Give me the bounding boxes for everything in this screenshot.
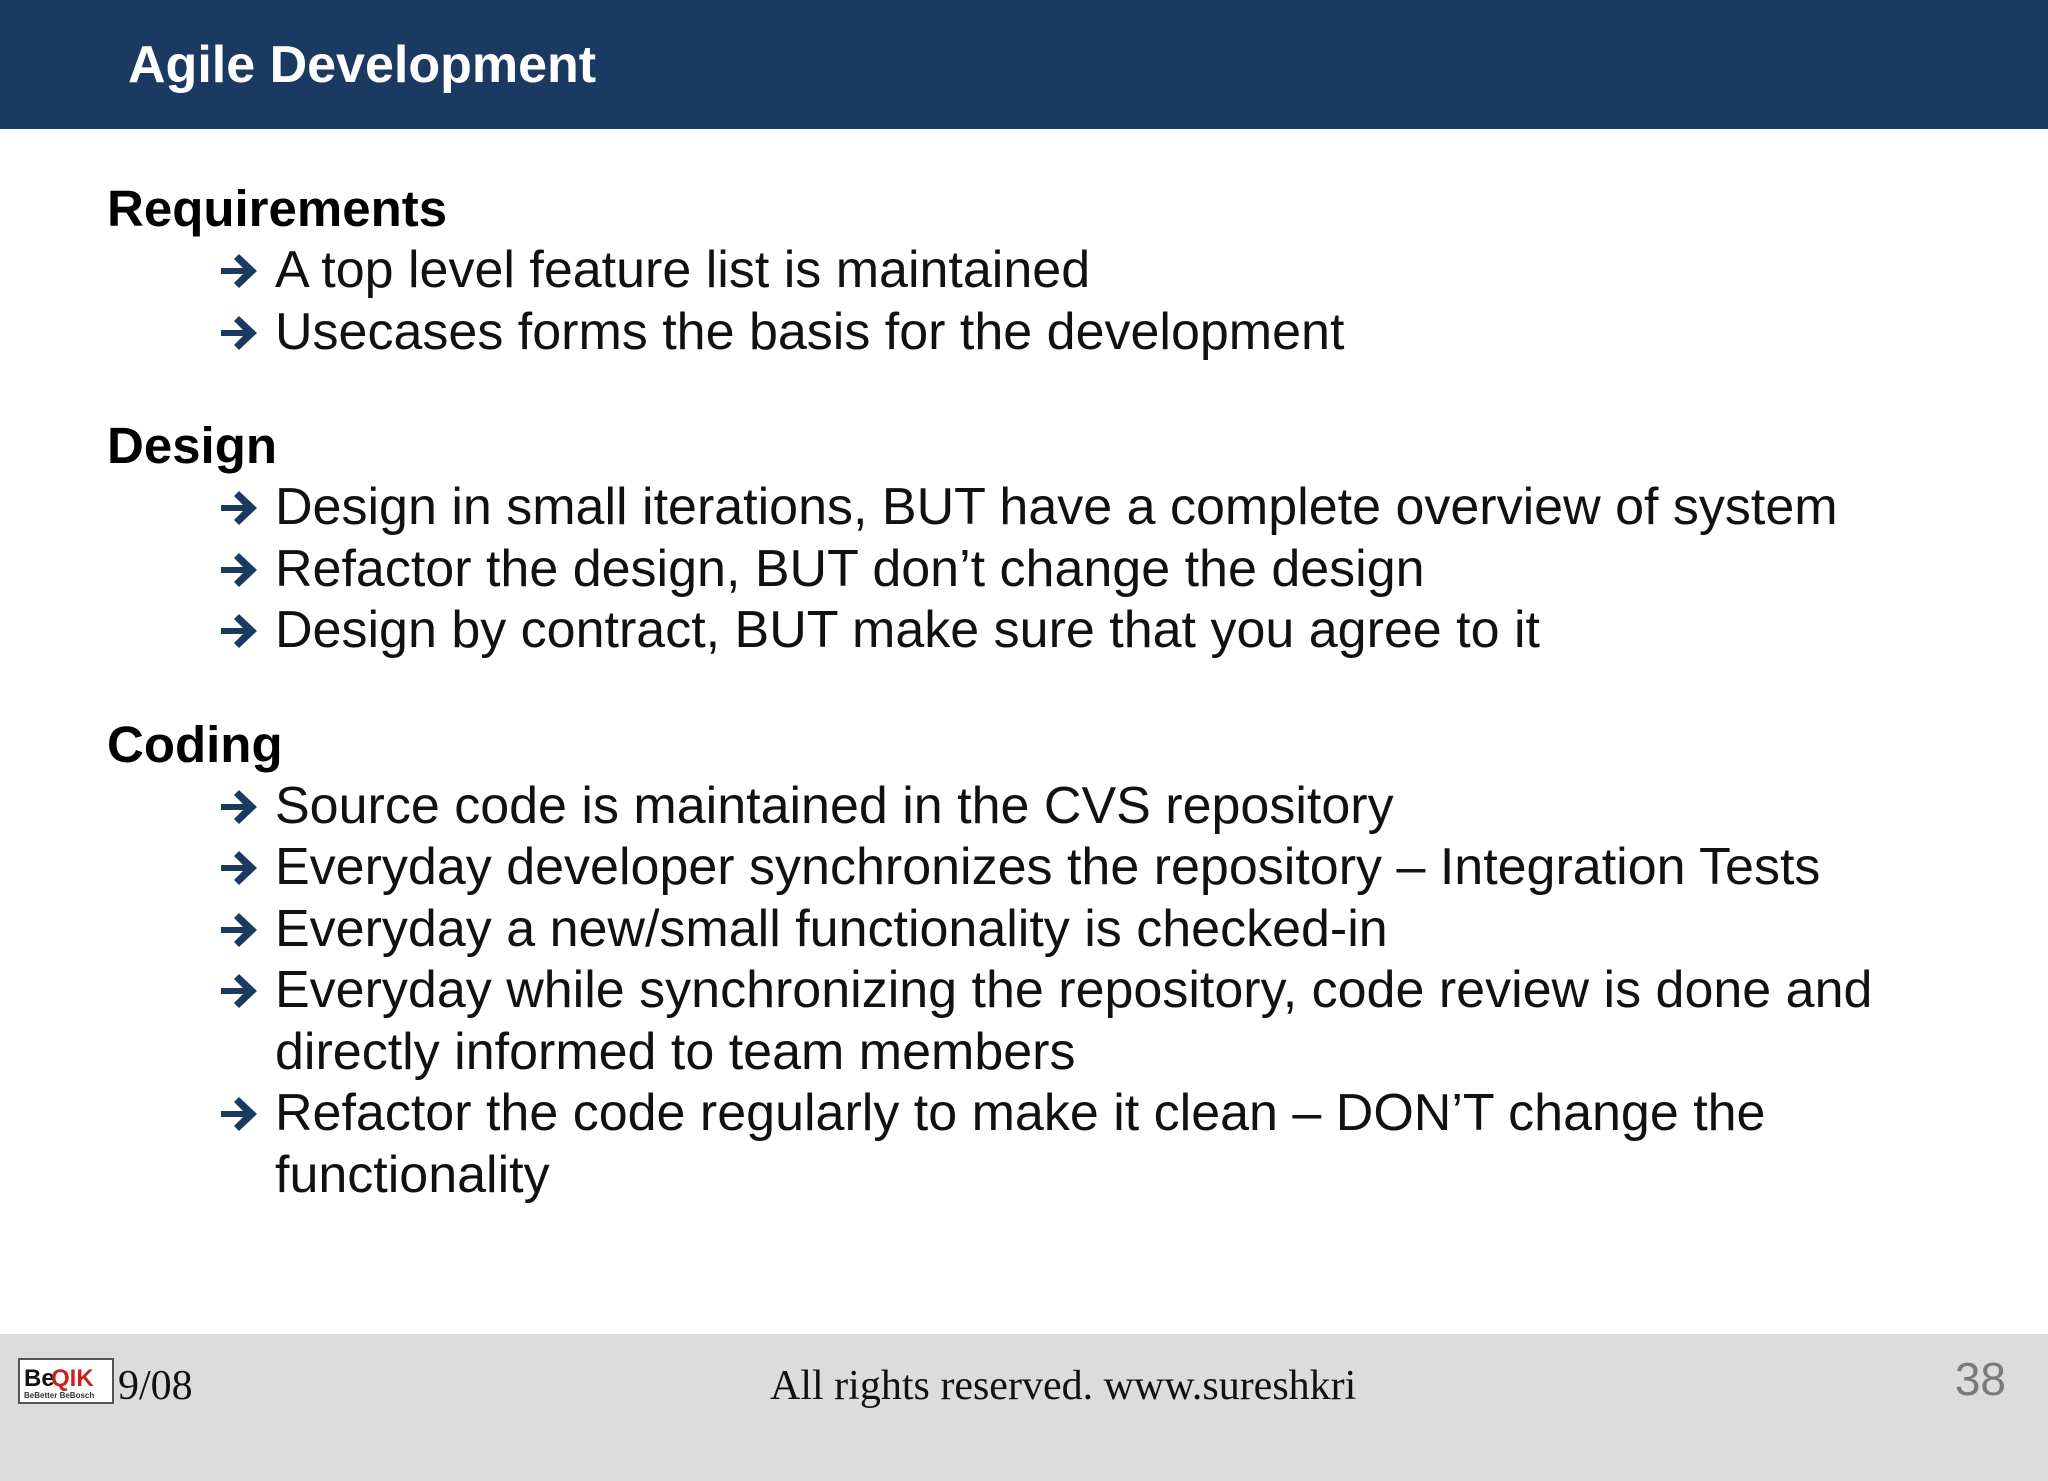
bullet-item: Usecases forms the basis for the develop… <box>107 302 2007 364</box>
bullet-text: Refactor the code regularly to make it c… <box>275 1084 1766 1204</box>
section-heading: Design <box>107 417 278 474</box>
bullet-item: Refactor the code regularly to make it c… <box>107 1083 1995 1206</box>
slide-content: Requirements A top level feature list is… <box>107 178 2007 1258</box>
right-arrow-icon <box>221 974 257 1008</box>
right-arrow-icon <box>221 552 257 587</box>
beqik-logo: Be QIK BeBetter BeBosch <box>18 1358 114 1404</box>
section-design: Design Design in small iterations, BUT h… <box>107 415 2007 662</box>
slide-title: Agile Development <box>128 36 597 94</box>
bullet-text: Usecases forms the basis for the develop… <box>275 302 1345 361</box>
slide-title-bar: Agile Development <box>0 0 2048 129</box>
right-arrow-icon <box>221 789 257 824</box>
bullet-text: Design by contract, BUT make sure that y… <box>275 601 1540 659</box>
right-arrow-icon <box>221 912 257 947</box>
logo-qik-text: QIK <box>51 1365 94 1392</box>
bullet-item: Design by contract, BUT make sure that y… <box>107 600 2007 662</box>
section-requirements: Requirements A top level feature list is… <box>107 178 2007 363</box>
bullet-item: Everyday developer synchronizes the repo… <box>107 837 2007 899</box>
right-arrow-icon <box>221 614 257 648</box>
bullet-text: Everyday a new/small functionality is ch… <box>275 899 1388 958</box>
footer-date: 9/08 <box>118 1363 193 1409</box>
bullet-text: Everyday developer synchronizes the repo… <box>275 838 1821 896</box>
bullet-text: Source code is maintained in the CVS rep… <box>275 776 1394 835</box>
bullet-item: Everyday a new/small functionality is ch… <box>107 899 2007 961</box>
slide-footer: Be QIK BeBetter BeBosch 9/08 All rights … <box>0 1334 2048 1481</box>
logo-tagline: BeBetter BeBosch <box>24 1391 94 1400</box>
bullet-item: Design in small iterations, BUT have a c… <box>107 477 2007 539</box>
bullet-item: Everyday while synchronizing the reposit… <box>107 960 1995 1083</box>
bullet-text: A top level feature list is maintained <box>275 241 1091 299</box>
bullet-text: Refactor the design, BUT don’t change th… <box>275 539 1425 598</box>
right-arrow-icon <box>221 1097 257 1131</box>
bullet-item: Source code is maintained in the CVS rep… <box>107 776 2007 838</box>
footer-copyright: All rights reserved. www.sureshkri <box>770 1363 1357 1409</box>
bullet-item: Refactor the design, BUT don’t change th… <box>107 539 2007 601</box>
right-arrow-icon <box>221 254 257 288</box>
section-heading: Coding <box>107 715 283 773</box>
section-coding: Coding Source code is maintained in the … <box>107 714 2007 1207</box>
page-number: 38 <box>1954 1353 2006 1405</box>
section-heading: Requirements <box>107 180 448 237</box>
right-arrow-icon <box>221 491 257 525</box>
bullet-text: Design in small iterations, BUT have a c… <box>275 478 1838 536</box>
right-arrow-icon <box>221 315 257 350</box>
right-arrow-icon <box>221 851 257 885</box>
bullet-text: Everyday while synchronizing the reposit… <box>275 961 1873 1081</box>
bullet-item: A top level feature list is maintained <box>107 240 2007 302</box>
